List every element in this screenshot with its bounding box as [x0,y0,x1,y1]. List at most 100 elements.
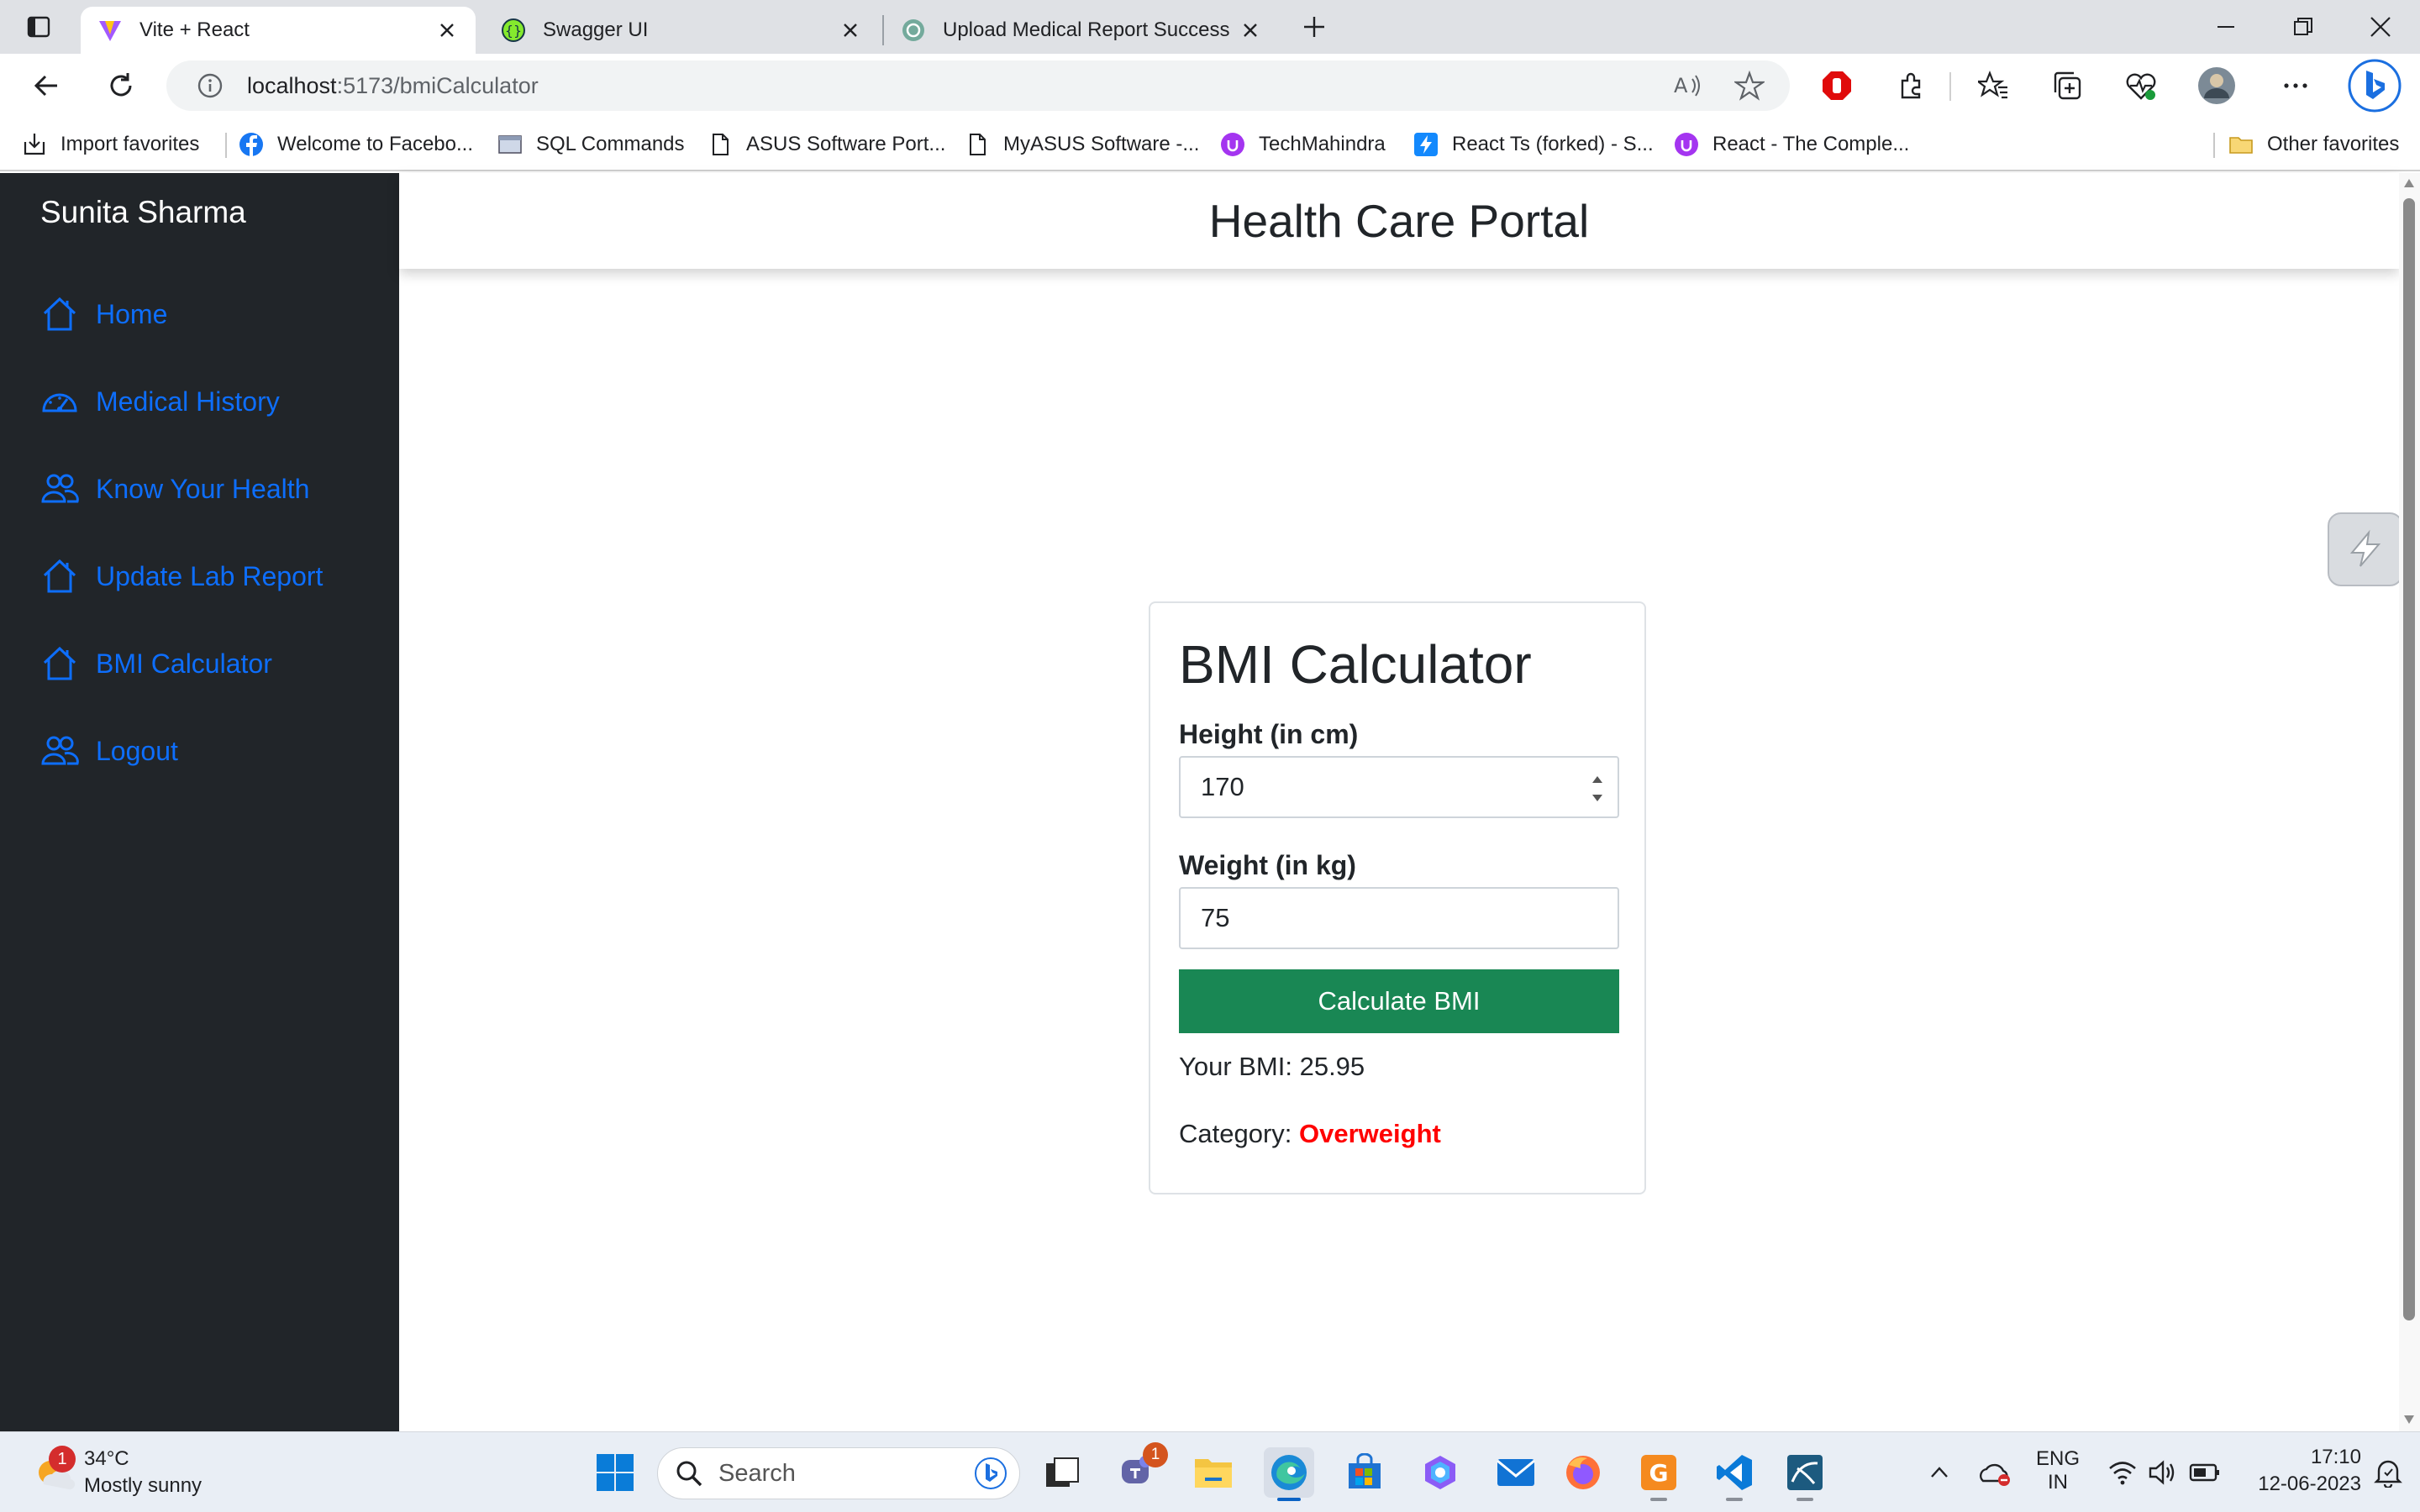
sidebar-item-know-your-health[interactable]: Know Your Health [40,464,309,514]
windows-taskbar: 1 34°C Mostly sunny Search 1 G ENG IN 17… [0,1431,2420,1512]
url-text[interactable]: localhost:5173/bmiCalculator [247,73,539,99]
star-icon[interactable] [1734,71,1765,101]
browser-essentials-icon[interactable] [2118,62,2165,109]
back-button[interactable] [24,62,71,109]
tab-upload-medical-report[interactable]: Upload Medical Report Success [884,7,1279,54]
close-icon[interactable] [435,18,459,42]
sidebar-item-bmi-calculator[interactable]: BMI Calculator [40,638,272,689]
floating-extension-widget[interactable] [2328,512,2403,586]
sidebar-item-logout[interactable]: Logout [40,726,178,776]
bookmark-asus-software-portal[interactable]: ASUS Software Port... [708,128,945,161]
udemy-icon [1221,133,1244,156]
height-input[interactable]: 170 [1179,756,1619,818]
arrow-left-icon [34,75,57,97]
scroll-up-icon[interactable] [2403,178,2415,188]
firefox-icon[interactable] [1558,1447,1608,1498]
file-explorer-icon[interactable] [1188,1447,1239,1498]
other-favorites[interactable]: Other favorites [2228,128,2399,161]
sidebar: Sunita Sharma Home Medical History Know … [0,173,399,1431]
bookmarks-bar: Import favorites Welcome to Facebo... SQ… [0,118,2420,171]
profile-avatar[interactable] [2193,62,2240,109]
bookmark-myasus-software[interactable]: MyASUS Software -... [965,128,1199,161]
swagger-icon: {} [502,18,525,42]
close-icon[interactable] [1239,18,1262,42]
weight-value: 75 [1201,903,1230,932]
scrollbar-thumb[interactable] [2403,198,2415,1320]
minimize-button[interactable] [2188,5,2264,49]
svg-text:A: A [1674,74,1688,97]
page-icon [713,134,729,155]
favorites-icon[interactable] [1970,62,2017,109]
microsoft-store-icon[interactable] [1339,1447,1390,1498]
tab-swagger-ui[interactable]: {} Swagger UI [484,7,879,54]
bookmark-facebook[interactable]: Welcome to Facebo... [239,128,473,161]
height-value: 170 [1201,772,1244,801]
tab-vite-react[interactable]: Vite + React [81,7,476,54]
teams-chat-icon[interactable]: 1 [1113,1442,1168,1498]
weather-widget[interactable]: 1 34°C Mostly sunny [32,1446,202,1498]
number-spinner-icon[interactable] [1591,773,1604,805]
vscode-icon[interactable] [1709,1447,1760,1501]
bookmark-react-complete[interactable]: React - The Comple... [1674,128,1909,161]
udemy-icon [1675,133,1698,156]
people-icon [41,474,79,503]
read-aloud-icon[interactable]: A [1672,71,1702,101]
postman-app-icon[interactable]: G [1634,1447,1684,1501]
show-hidden-icons[interactable] [1914,1447,1965,1498]
start-button[interactable] [590,1447,640,1498]
refresh-button[interactable] [97,62,145,109]
battery-icon[interactable] [2180,1447,2230,1498]
scroll-down-icon[interactable] [2403,1415,2415,1425]
close-window-button[interactable] [2343,5,2418,49]
calculate-bmi-button[interactable]: Calculate BMI [1179,969,1619,1033]
edge-taskbar-icon[interactable] [1264,1447,1314,1501]
browser-toolbar: localhost:5173/bmiCalculator A [0,54,2420,118]
minimize-icon [2217,26,2234,28]
address-bar[interactable]: localhost:5173/bmiCalculator A [166,60,1790,111]
task-view-icon[interactable] [1037,1447,1087,1498]
restore-button[interactable] [2265,5,2341,49]
copilot-app-icon[interactable] [1415,1447,1465,1498]
house-icon [43,297,76,331]
weather-temp: 34°C [84,1447,129,1470]
taskbar-search[interactable]: Search [657,1447,1020,1499]
clock-time: 17:10 [2310,1446,2361,1468]
collections-icon[interactable] [2044,62,2091,109]
notifications-icon[interactable] [2363,1447,2413,1498]
bookmark-techmahindra[interactable]: TechMahindra [1220,128,1386,161]
card-title: BMI Calculator [1179,634,1532,695]
page-header: Health Care Portal [399,173,2399,269]
page-icon [970,134,986,155]
more-options-icon[interactable] [2272,62,2319,109]
info-icon[interactable] [197,72,224,99]
sidebar-item-medical-history[interactable]: Medical History [40,376,280,427]
mail-icon[interactable] [1491,1447,1541,1498]
bookmark-sql-commands[interactable]: SQL Commands [497,128,685,161]
onedrive-status-icon[interactable] [1970,1447,2020,1498]
plus-icon [1304,17,1324,37]
bookmark-react-ts-forked[interactable]: React Ts (forked) - S... [1413,128,1654,161]
new-tab-button[interactable] [1291,3,1338,50]
page-title: Health Care Portal [1208,195,1590,247]
adblock-extension-icon[interactable] [1813,62,1860,109]
mysql-workbench-icon[interactable] [1780,1447,1830,1501]
bmi-calculator-card: BMI Calculator Height (in cm) 170 Weight… [1149,601,1646,1194]
weather-badge: 1 [49,1446,76,1473]
language-indicator[interactable]: ENG IN [2028,1447,2087,1494]
bookmark-import-favorites[interactable]: Import favorites [22,128,199,161]
tab-actions-icon[interactable] [15,3,62,50]
bing-copilot-icon[interactable] [2348,59,2402,113]
vertical-scrollbar[interactable] [2399,173,2420,1431]
lightning-icon [2349,529,2381,567]
extensions-icon[interactable] [1887,62,1934,109]
bing-icon [975,1457,1007,1489]
sidebar-item-update-lab-report[interactable]: Update Lab Report [40,551,323,601]
close-icon[interactable] [839,18,862,42]
chevron-up-icon [1931,1467,1948,1478]
svg-text:G: G [1649,1459,1669,1487]
user-name: Sunita Sharma [40,195,246,229]
clock[interactable]: 17:10 12-06-2023 [2235,1446,2361,1496]
weight-input[interactable]: 75 [1179,887,1619,949]
restore-icon [2294,18,2312,35]
sidebar-item-home[interactable]: Home [40,289,167,339]
